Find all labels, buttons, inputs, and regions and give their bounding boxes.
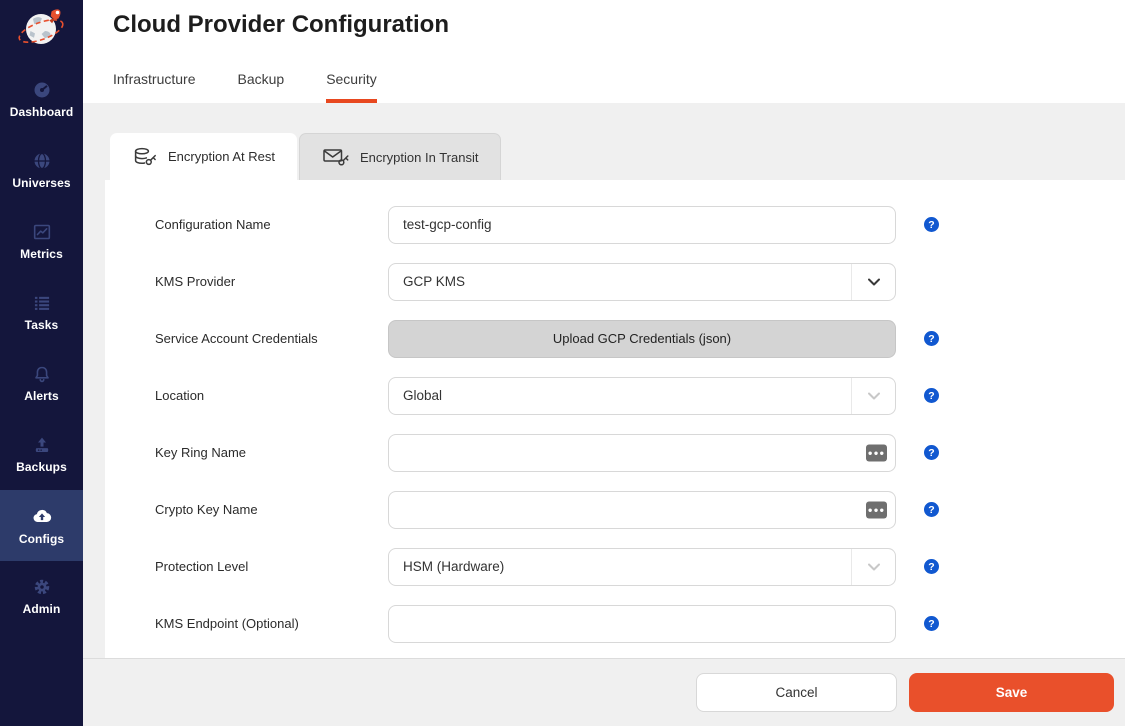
backups-upload-icon	[32, 435, 52, 455]
protection-level-value: HSM (Hardware)	[403, 559, 504, 574]
sidebar: Dashboard Universes Metrics	[0, 0, 83, 726]
configuration-name-input[interactable]	[388, 206, 896, 244]
sidebar-item-label: Configs	[19, 532, 64, 546]
metrics-chart-icon	[32, 222, 52, 242]
page-title: Cloud Provider Configuration	[113, 11, 449, 39]
help-spacer	[924, 274, 939, 289]
envelope-key-icon	[322, 147, 350, 167]
sidebar-item-dashboard[interactable]: Dashboard	[0, 64, 83, 135]
kms-provider-label: KMS Provider	[155, 274, 388, 289]
sidebar-item-label: Tasks	[25, 318, 59, 332]
subtab-encryption-at-rest[interactable]: Encryption At Rest	[110, 133, 297, 180]
upload-gcp-credentials-button[interactable]: Upload GCP Credentials (json)	[388, 320, 896, 358]
help-icon[interactable]: ?	[924, 388, 939, 403]
location-value: Global	[403, 388, 442, 403]
key-ring-name-input[interactable]	[388, 434, 896, 472]
app-logo[interactable]	[0, 0, 83, 56]
form-row-protection-level: Protection Level HSM (Hardware) ?	[105, 538, 1125, 595]
encryption-at-rest-panel: Configuration Name ? KMS Provider GCP KM…	[105, 180, 1125, 658]
sidebar-item-admin[interactable]: Admin	[0, 561, 83, 632]
protection-level-label: Protection Level	[155, 559, 388, 574]
sidebar-item-alerts[interactable]: Alerts	[0, 348, 83, 419]
location-select[interactable]: Global	[388, 377, 896, 415]
tasks-list-icon	[32, 293, 52, 313]
cancel-button[interactable]: Cancel	[696, 673, 897, 712]
sidebar-item-label: Backups	[16, 460, 67, 474]
tab-infrastructure[interactable]: Infrastructure	[113, 71, 195, 103]
sidebar-item-configs[interactable]: Configs	[0, 490, 83, 561]
kms-provider-select[interactable]: GCP KMS	[388, 263, 896, 301]
form-row-kms-provider: KMS Provider GCP KMS	[105, 253, 1125, 310]
service-account-credentials-label: Service Account Credentials	[155, 331, 388, 346]
subtab-label: Encryption In Transit	[360, 150, 479, 165]
configs-cloud-icon	[31, 505, 53, 527]
kms-provider-value: GCP KMS	[403, 274, 465, 289]
key-ring-name-label: Key Ring Name	[155, 445, 388, 460]
kms-endpoint-label: KMS Endpoint (Optional)	[155, 616, 388, 631]
content-area: Encryption At Rest Encryption In Transit	[83, 103, 1125, 726]
sidebar-nav: Dashboard Universes Metrics	[0, 64, 83, 632]
crypto-key-name-label: Crypto Key Name	[155, 502, 388, 517]
ellipsis-picker-icon[interactable]: ●●●	[866, 444, 887, 461]
form-row-kms-endpoint: KMS Endpoint (Optional) ?	[105, 595, 1125, 652]
subtab-encryption-in-transit[interactable]: Encryption In Transit	[299, 133, 502, 180]
main-area: Cloud Provider Configuration Infrastruct…	[83, 0, 1125, 726]
universes-globe-icon	[32, 151, 52, 171]
sidebar-item-backups[interactable]: Backups	[0, 419, 83, 490]
location-label: Location	[155, 388, 388, 403]
tab-security[interactable]: Security	[326, 71, 377, 103]
encryption-subtab-bar: Encryption At Rest Encryption In Transit	[110, 133, 501, 180]
form-row-configuration-name: Configuration Name ?	[105, 196, 1125, 253]
page-header: Cloud Provider Configuration Infrastruct…	[83, 0, 1125, 103]
sidebar-item-tasks[interactable]: Tasks	[0, 277, 83, 348]
help-icon[interactable]: ?	[924, 616, 939, 631]
admin-gear-icon	[32, 577, 52, 597]
help-icon[interactable]: ?	[924, 559, 939, 574]
form-row-crypto-key-name: Crypto Key Name ●●● ?	[105, 481, 1125, 538]
help-icon[interactable]: ?	[924, 445, 939, 460]
chevron-down-icon	[851, 264, 895, 300]
chevron-down-icon	[851, 378, 895, 414]
ellipsis-picker-icon[interactable]: ●●●	[866, 501, 887, 518]
globe-rocket-logo-icon	[11, 4, 73, 52]
sidebar-item-universes[interactable]: Universes	[0, 135, 83, 206]
tab-backup[interactable]: Backup	[237, 71, 284, 103]
sidebar-item-label: Alerts	[24, 389, 59, 403]
database-key-icon	[132, 147, 158, 167]
form-row-location: Location Global ?	[105, 367, 1125, 424]
configuration-name-label: Configuration Name	[155, 217, 388, 232]
alerts-bell-icon	[32, 364, 52, 384]
form-row-key-ring-name: Key Ring Name ●●● ?	[105, 424, 1125, 481]
sidebar-item-label: Metrics	[20, 247, 63, 261]
sidebar-item-metrics[interactable]: Metrics	[0, 206, 83, 277]
kms-config-form: Configuration Name ? KMS Provider GCP KM…	[105, 180, 1125, 652]
help-icon[interactable]: ?	[924, 217, 939, 232]
top-tab-bar: Infrastructure Backup Security	[113, 71, 377, 103]
kms-endpoint-input[interactable]	[388, 605, 896, 643]
help-icon[interactable]: ?	[924, 502, 939, 517]
form-footer: Cancel Save	[83, 658, 1125, 726]
subtab-label: Encryption At Rest	[168, 149, 275, 164]
save-button[interactable]: Save	[909, 673, 1114, 712]
crypto-key-name-input[interactable]	[388, 491, 896, 529]
sidebar-item-label: Dashboard	[10, 105, 74, 119]
form-row-service-account-credentials: Service Account Credentials Upload GCP C…	[105, 310, 1125, 367]
dashboard-gauge-icon	[32, 80, 52, 100]
help-icon[interactable]: ?	[924, 331, 939, 346]
protection-level-select[interactable]: HSM (Hardware)	[388, 548, 896, 586]
sidebar-item-label: Admin	[23, 602, 61, 616]
chevron-down-icon	[851, 549, 895, 585]
sidebar-item-label: Universes	[12, 176, 70, 190]
